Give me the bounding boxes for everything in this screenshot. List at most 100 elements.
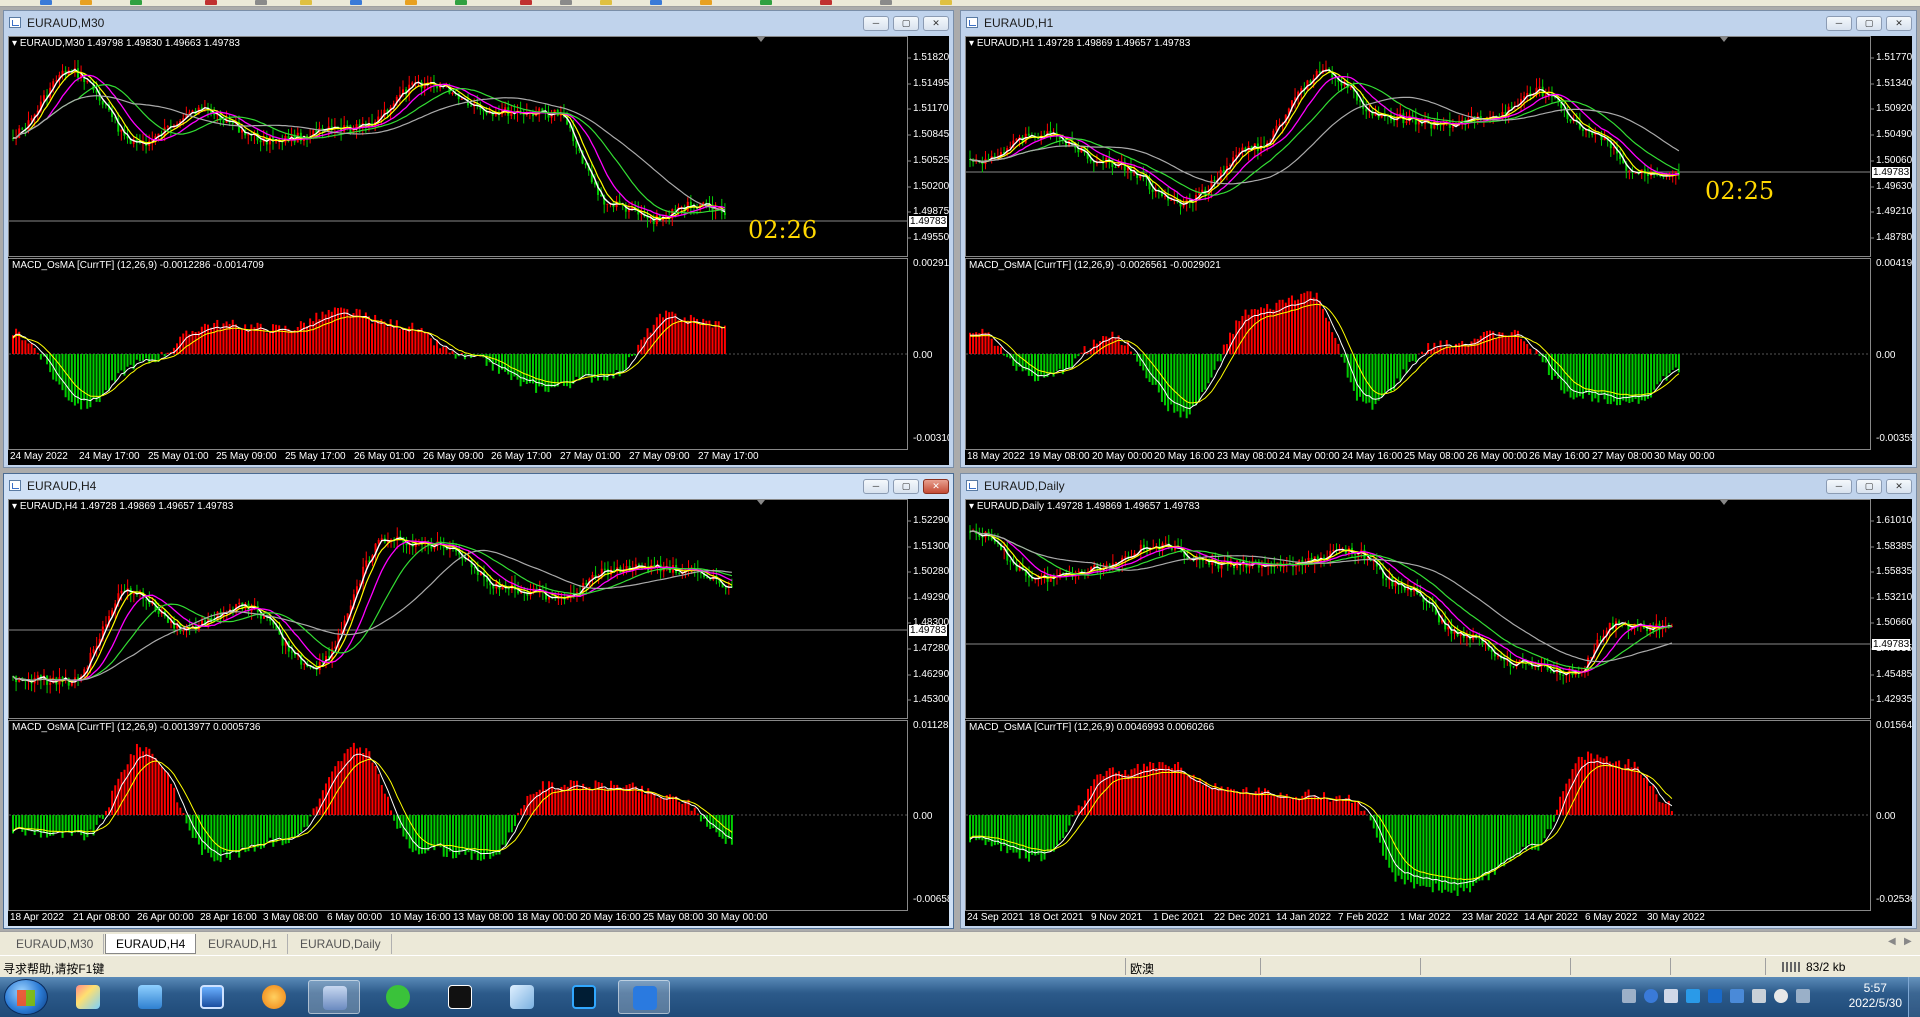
window-maximize-button[interactable]: ▢ <box>1856 479 1882 494</box>
time-label: 25 May 01:00 <box>148 451 209 462</box>
tray-security-icon[interactable] <box>1730 989 1744 1003</box>
tray-sync-icon[interactable] <box>1686 989 1700 1003</box>
ohlc-header: EURAUD,Daily 1.49728 1.49869 1.49657 1.4… <box>976 501 1200 512</box>
window-maximize-button[interactable]: ▢ <box>1856 16 1882 31</box>
toolbar-tool-icon[interactable] <box>650 0 662 5</box>
time-label: 26 Apr 00:00 <box>137 912 194 923</box>
taskbar-app-notes[interactable] <box>496 980 548 1014</box>
toolbar-tool-icon[interactable] <box>760 0 772 5</box>
window-minimize-button[interactable]: ─ <box>863 16 889 31</box>
tab-scroll-right-icon[interactable]: ▶ <box>1904 936 1912 947</box>
chart-canvas <box>8 36 911 450</box>
window-titlebar: EURAUD,H1 ─ ▢ ✕ <box>961 11 1916 35</box>
window-minimize-button[interactable]: ─ <box>863 479 889 494</box>
window-close-button[interactable]: ✕ <box>923 479 949 494</box>
toolbar-tool-icon[interactable] <box>700 0 712 5</box>
taskbar-app-pen[interactable] <box>618 980 670 1014</box>
time-label: 27 May 17:00 <box>698 451 759 462</box>
window-close-button[interactable]: ✕ <box>1886 16 1912 31</box>
show-desktop-button[interactable] <box>1908 977 1920 1017</box>
start-button[interactable] <box>4 979 48 1015</box>
macd-indicator-header: MACD_OsMA [CurrTF] (12,26,9) -0.0026561 … <box>969 260 1221 271</box>
macd-level-label: 0.00 <box>1876 811 1896 822</box>
time-label: 18 Apr 2022 <box>10 912 64 923</box>
chart-window-h1[interactable]: EURAUD,H1 ─ ▢ ✕ 1.51770 1.51340 1.50920 1.50490… <box>960 10 1917 468</box>
tab-euraud-daily[interactable]: EURAUD,Daily <box>290 934 392 954</box>
toolbar-tool-icon[interactable] <box>80 0 92 5</box>
window-maximize-button[interactable]: ▢ <box>893 479 919 494</box>
taskbar-app-users[interactable] <box>124 980 176 1014</box>
price-label: 1.51170 <box>913 103 949 114</box>
toolbar-tool-icon[interactable] <box>205 0 217 5</box>
price-label: 1.45300 <box>913 694 949 705</box>
time-label: 10 May 16:00 <box>390 912 451 923</box>
taskbar-app-photoshop[interactable] <box>558 980 610 1014</box>
toolbar-tool-icon[interactable] <box>820 0 832 5</box>
time-label: 20 May 16:00 <box>1154 451 1215 462</box>
tray-network-icon[interactable] <box>1664 989 1678 1003</box>
toolbar-tool-icon[interactable] <box>300 0 312 5</box>
candle-countdown-timer: 02:26 <box>748 216 818 244</box>
toolbar-tool-icon[interactable] <box>560 0 572 5</box>
tray-volume-icon[interactable] <box>1774 989 1788 1003</box>
window-close-button[interactable]: ✕ <box>1886 479 1912 494</box>
taskbar-app-metatrader[interactable] <box>308 980 360 1014</box>
toolbar-tool-icon[interactable] <box>880 0 892 5</box>
tray-keyboard-icon[interactable] <box>1622 989 1636 1003</box>
tab-euraud-h1[interactable]: EURAUD,H1 <box>198 934 289 954</box>
price-label: 1.49630 <box>1876 181 1912 192</box>
price-label: 1.45485 <box>1876 669 1912 680</box>
tray-display-icon[interactable] <box>1752 989 1766 1003</box>
window-maximize-button[interactable]: ▢ <box>893 16 919 31</box>
window-minimize-button[interactable]: ─ <box>1826 16 1852 31</box>
price-label: 1.55835 <box>1876 566 1912 577</box>
time-label: 19 May 08:00 <box>1029 451 1090 462</box>
window-close-button[interactable]: ✕ <box>923 16 949 31</box>
time-label: 24 May 16:00 <box>1342 451 1403 462</box>
taskbar-app-monitor[interactable] <box>186 980 238 1014</box>
window-title: EURAUD,Daily <box>984 479 1065 493</box>
time-label: 14 Apr 2022 <box>1524 912 1578 923</box>
time-label: 20 May 16:00 <box>580 912 641 923</box>
collapse-arrow-icon[interactable]: ▾ <box>969 501 977 512</box>
tray-shield-icon[interactable] <box>1708 989 1722 1003</box>
time-label: 28 Apr 16:00 <box>200 912 257 923</box>
toolbar-tool-icon[interactable] <box>940 0 952 5</box>
chart-window-daily[interactable]: EURAUD,Daily ─ ▢ ✕ 1.61010 1.58385 1.55835 1.53… <box>960 473 1917 929</box>
collapse-arrow-icon[interactable]: ▾ <box>12 38 20 49</box>
taskbar-app-capcut[interactable] <box>434 980 486 1014</box>
macd-indicator-header: MACD_OsMA [CurrTF] (12,26,9) -0.0013977 … <box>12 722 261 733</box>
tab-scroll-left-icon[interactable]: ◀ <box>1888 936 1896 947</box>
collapse-arrow-icon[interactable]: ▾ <box>969 38 977 49</box>
macd-level-label: 0.015645 <box>1876 720 1912 731</box>
chart-window-m30[interactable]: EURAUD,M30 ─ ▢ ✕ 1.51820 1.51495 1.51170 1.5084… <box>3 10 954 468</box>
taskbar-app-wechat[interactable] <box>372 980 424 1014</box>
price-label: 1.49210 <box>1876 206 1912 217</box>
window-minimize-button[interactable]: ─ <box>1826 479 1852 494</box>
taskbar-clock[interactable]: 5:57 2022/5/30 <box>1849 981 1902 1011</box>
collapse-arrow-icon[interactable]: ▾ <box>12 501 20 512</box>
time-label: 23 May 08:00 <box>1217 451 1278 462</box>
toolbar-tool-icon[interactable] <box>130 0 142 5</box>
toolbar-tool-icon[interactable] <box>405 0 417 5</box>
toolbar-tool-icon[interactable] <box>600 0 612 5</box>
taskbar-app-music[interactable] <box>248 980 300 1014</box>
tray-help-icon[interactable] <box>1644 989 1658 1003</box>
tab-euraud-h4[interactable]: EURAUD,H4 <box>105 934 197 954</box>
price-label: 1.58385 <box>1876 541 1912 552</box>
price-label: 1.51820 <box>913 52 949 63</box>
time-label: 18 May 00:00 <box>517 912 578 923</box>
taskbar-app-paint[interactable] <box>62 980 114 1014</box>
toolbar-tool-icon[interactable] <box>255 0 267 5</box>
toolbar-tool-icon[interactable] <box>40 0 52 5</box>
toolbar-tool-icon[interactable] <box>350 0 362 5</box>
tray-signal-icon[interactable] <box>1796 989 1810 1003</box>
time-label: 21 Apr 08:00 <box>73 912 130 923</box>
time-label: 25 May 17:00 <box>285 451 346 462</box>
macd-level-label: -0.006582 <box>913 894 949 905</box>
tab-euraud-m30[interactable]: EURAUD,M30 <box>6 934 105 954</box>
time-label: 30 May 00:00 <box>1654 451 1715 462</box>
toolbar-tool-icon[interactable] <box>520 0 532 5</box>
chart-window-h4[interactable]: EURAUD,H4 ─ ▢ ✕ 1.52290 1.51300 1.50280 1.49290… <box>3 473 954 929</box>
toolbar-tool-icon[interactable] <box>455 0 467 5</box>
